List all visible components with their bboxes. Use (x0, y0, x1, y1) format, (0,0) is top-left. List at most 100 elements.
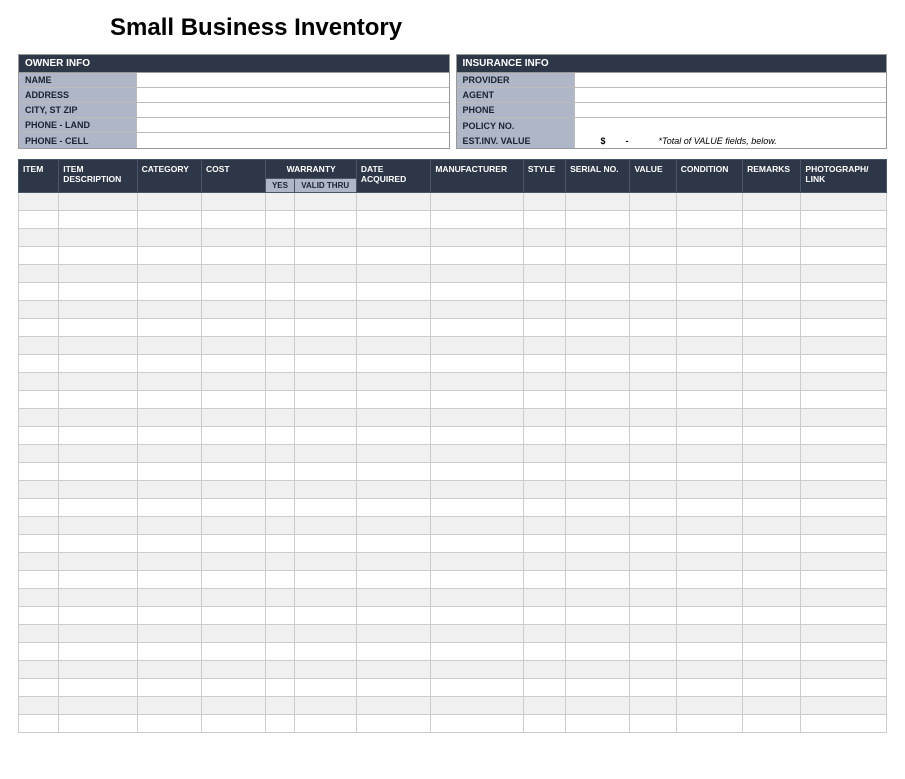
table-cell[interactable] (566, 409, 630, 427)
table-cell[interactable] (137, 625, 201, 643)
table-cell[interactable] (59, 607, 137, 625)
table-cell[interactable] (266, 355, 294, 373)
table-cell[interactable] (59, 715, 137, 733)
table-cell[interactable] (59, 553, 137, 571)
table-cell[interactable] (676, 643, 742, 661)
table-cell[interactable] (266, 661, 294, 679)
table-cell[interactable] (137, 463, 201, 481)
table-cell[interactable] (431, 409, 524, 427)
table-cell[interactable] (523, 265, 565, 283)
table-cell[interactable] (566, 571, 630, 589)
table-cell[interactable] (356, 445, 430, 463)
table-cell[interactable] (431, 715, 524, 733)
table-cell[interactable] (523, 427, 565, 445)
table-cell[interactable] (630, 247, 676, 265)
table-cell[interactable] (294, 355, 356, 373)
table-cell[interactable] (59, 643, 137, 661)
table-cell[interactable] (630, 283, 676, 301)
table-cell[interactable] (294, 553, 356, 571)
table-cell[interactable] (202, 715, 266, 733)
table-cell[interactable] (137, 445, 201, 463)
table-cell[interactable] (630, 193, 676, 211)
table-cell[interactable] (19, 535, 59, 553)
table-cell[interactable] (566, 679, 630, 697)
table-cell[interactable] (676, 247, 742, 265)
table-cell[interactable] (431, 265, 524, 283)
table-cell[interactable] (743, 679, 801, 697)
table-cell[interactable] (19, 463, 59, 481)
table-cell[interactable] (566, 211, 630, 229)
table-cell[interactable] (743, 283, 801, 301)
table-cell[interactable] (566, 319, 630, 337)
table-cell[interactable] (266, 211, 294, 229)
table-cell[interactable] (137, 679, 201, 697)
table-cell[interactable] (743, 211, 801, 229)
table-cell[interactable] (356, 265, 430, 283)
table-cell[interactable] (676, 211, 742, 229)
table-cell[interactable] (294, 499, 356, 517)
table-cell[interactable] (676, 409, 742, 427)
table-cell[interactable] (19, 337, 59, 355)
table-cell[interactable] (743, 607, 801, 625)
table-cell[interactable] (676, 445, 742, 463)
table-cell[interactable] (356, 589, 430, 607)
table-cell[interactable] (202, 355, 266, 373)
table-cell[interactable] (202, 211, 266, 229)
table-cell[interactable] (356, 535, 430, 553)
table-cell[interactable] (202, 265, 266, 283)
table-cell[interactable] (566, 553, 630, 571)
table-cell[interactable] (137, 373, 201, 391)
table-cell[interactable] (431, 499, 524, 517)
table-cell[interactable] (137, 481, 201, 499)
table-cell[interactable] (743, 373, 801, 391)
table-cell[interactable] (566, 643, 630, 661)
table-cell[interactable] (801, 265, 887, 283)
table-cell[interactable] (266, 337, 294, 355)
table-cell[interactable] (294, 643, 356, 661)
table-cell[interactable] (523, 391, 565, 409)
table-cell[interactable] (431, 679, 524, 697)
table-cell[interactable] (202, 337, 266, 355)
table-cell[interactable] (202, 391, 266, 409)
table-cell[interactable] (431, 445, 524, 463)
table-cell[interactable] (137, 697, 201, 715)
table-cell[interactable] (743, 355, 801, 373)
table-cell[interactable] (630, 463, 676, 481)
table-cell[interactable] (801, 445, 887, 463)
table-cell[interactable] (743, 319, 801, 337)
table-cell[interactable] (630, 499, 676, 517)
table-cell[interactable] (266, 301, 294, 319)
table-cell[interactable] (202, 427, 266, 445)
table-cell[interactable] (19, 373, 59, 391)
table-cell[interactable] (566, 247, 630, 265)
table-cell[interactable] (137, 661, 201, 679)
table-cell[interactable] (523, 409, 565, 427)
table-cell[interactable] (431, 607, 524, 625)
table-cell[interactable] (356, 193, 430, 211)
table-cell[interactable] (801, 589, 887, 607)
table-cell[interactable] (801, 319, 887, 337)
table-cell[interactable] (630, 337, 676, 355)
table-cell[interactable] (266, 193, 294, 211)
table-cell[interactable] (431, 571, 524, 589)
table-cell[interactable] (202, 283, 266, 301)
table-cell[interactable] (523, 301, 565, 319)
table-cell[interactable] (266, 409, 294, 427)
table-cell[interactable] (266, 373, 294, 391)
table-cell[interactable] (676, 697, 742, 715)
table-cell[interactable] (356, 373, 430, 391)
table-cell[interactable] (566, 301, 630, 319)
table-cell[interactable] (294, 535, 356, 553)
table-cell[interactable] (59, 571, 137, 589)
table-cell[interactable] (19, 301, 59, 319)
table-cell[interactable] (59, 463, 137, 481)
table-cell[interactable] (676, 265, 742, 283)
table-cell[interactable] (294, 445, 356, 463)
table-cell[interactable] (59, 427, 137, 445)
table-cell[interactable] (356, 463, 430, 481)
table-cell[interactable] (266, 517, 294, 535)
table-cell[interactable] (801, 643, 887, 661)
table-cell[interactable] (523, 535, 565, 553)
table-cell[interactable] (19, 193, 59, 211)
table-cell[interactable] (294, 607, 356, 625)
